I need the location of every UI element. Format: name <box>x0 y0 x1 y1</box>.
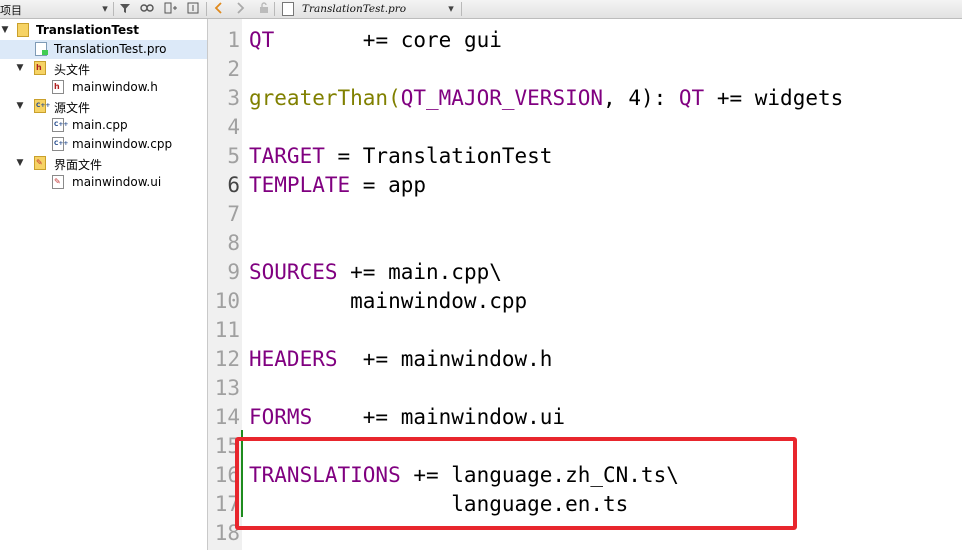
current-line-number: 6 <box>227 173 240 197</box>
toolbar-separator <box>206 2 207 16</box>
line-number: 2 <box>227 57 240 81</box>
tree-item-label: mainwindow.ui <box>72 175 162 189</box>
cpp-file-icon: C++ <box>52 137 68 151</box>
link-with-editor-icon[interactable] <box>140 2 154 16</box>
line-number: 13 <box>214 376 240 400</box>
code-line-3[interactable]: greaterThan(QT_MAJOR_VERSION, 4): QT += … <box>249 84 843 113</box>
header-folder-icon: h <box>34 61 46 75</box>
code-text: = app <box>350 173 427 197</box>
tree-item-label: TranslationTest.pro <box>54 42 167 56</box>
back-arrow-icon[interactable] <box>212 2 226 16</box>
code-text: mainwindow.cpp <box>249 289 528 313</box>
document-icon <box>282 2 294 16</box>
close-panel-icon[interactable] <box>186 2 200 16</box>
code-line-9[interactable]: SOURCES += main.cpp\ <box>249 258 502 287</box>
chevron-down-icon[interactable]: ▼ <box>0 24 10 36</box>
file-dropdown-icon[interactable]: ▾ <box>444 2 458 16</box>
code-text: += mainwindow.ui <box>312 405 566 429</box>
code-text: += main.cpp\ <box>337 260 502 284</box>
source-folder-icon: C++ <box>34 99 50 113</box>
tree-item-label: 源文件 <box>54 101 91 115</box>
line-number: 4 <box>227 115 240 139</box>
keyword: QT <box>249 28 275 52</box>
tree-item-label: mainwindow.h <box>72 80 158 94</box>
lock-icon <box>257 2 271 16</box>
project-folder-icon <box>17 23 29 37</box>
tree-item-label: 界面文件 <box>54 158 103 172</box>
top-toolbar: 项目 ▾ TranslationTest.pro ▾ <box>0 0 962 19</box>
pro-file-icon <box>35 42 48 56</box>
tree-item-mainwindow-ui[interactable]: ✎ mainwindow.ui <box>0 173 207 192</box>
header-file-icon: h <box>52 80 64 94</box>
code-text: += core gui <box>274 28 502 52</box>
tree-root-project[interactable]: ▼ TranslationTest <box>0 21 207 40</box>
line-number: 14 <box>214 405 240 429</box>
tree-item-label: mainwindow.cpp <box>72 137 173 151</box>
keyword: QT <box>678 86 705 110</box>
line-number: 9 <box>227 260 240 284</box>
keyword: TARGET <box>249 144 325 168</box>
tree-root-label: TranslationTest <box>36 23 140 37</box>
code-line-1[interactable]: QT += core gui <box>249 26 502 55</box>
code-line-12[interactable]: HEADERS += mainwindow.h <box>249 345 552 374</box>
keyword: SOURCES <box>249 260 338 284</box>
code-line-14[interactable]: FORMS += mainwindow.ui <box>249 403 565 432</box>
keyword: HEADERS <box>249 347 338 371</box>
code-text: += mainwindow.h <box>337 347 553 371</box>
tree-item-label: main.cpp <box>72 118 128 132</box>
highlight-annotation-box <box>235 437 797 530</box>
line-number: 5 <box>227 144 240 168</box>
toolbar-separator <box>113 2 114 16</box>
paren: ( <box>388 86 401 110</box>
cpp-file-icon: C++ <box>52 118 68 132</box>
code-line-10[interactable]: mainwindow.cpp <box>249 287 527 316</box>
line-number: 3 <box>227 86 240 110</box>
code-text: += widgets <box>704 86 844 110</box>
toolbar-separator <box>461 2 462 16</box>
keyword: FORMS <box>249 405 313 429</box>
panel-title: 项目 <box>0 4 22 17</box>
line-number: 12 <box>214 347 240 371</box>
file-tab-label: TranslationTest.pro <box>302 3 407 15</box>
function-name: greaterThan <box>249 86 389 110</box>
ui-file-icon: ✎ <box>52 175 64 189</box>
code-editor[interactable]: 1 2 3 4 5 6 7 8 9 10 11 12 13 14 15 16 1… <box>208 19 962 550</box>
line-number: 10 <box>214 289 240 313</box>
code-line-6[interactable]: TEMPLATE = app <box>249 171 426 200</box>
keyword: QT_MAJOR_VERSION <box>400 86 604 110</box>
tree-item-sources-folder[interactable]: ▼ C++ 源文件 <box>0 97 207 116</box>
tree-item-forms-folder[interactable]: ▼ ✎ 界面文件 <box>0 154 207 173</box>
panel-dropdown-icon[interactable]: ▾ <box>98 2 112 16</box>
toolbar-separator <box>274 2 275 16</box>
tree-item-main-cpp[interactable]: C++ main.cpp <box>0 116 207 135</box>
file-tab[interactable]: TranslationTest.pro ▾ <box>278 0 460 18</box>
split-icon[interactable] <box>164 2 178 16</box>
line-number: 8 <box>227 231 240 255</box>
code-line-5[interactable]: TARGET = TranslationTest <box>249 142 552 171</box>
line-number: 11 <box>214 318 240 342</box>
filter-icon[interactable] <box>118 2 132 16</box>
project-tree: ▼ TranslationTest TranslationTest.pro ▼ … <box>0 19 208 550</box>
tree-item-label: 头文件 <box>54 63 91 77</box>
code-text: , 4): <box>603 86 679 110</box>
forms-folder-icon: ✎ <box>34 156 46 170</box>
keyword: TEMPLATE <box>249 173 351 197</box>
chevron-down-icon[interactable]: ▼ <box>15 157 25 169</box>
line-number: 1 <box>227 28 240 52</box>
tree-item-mainwindow-h[interactable]: h mainwindow.h <box>0 78 207 97</box>
chevron-down-icon[interactable]: ▼ <box>15 100 25 112</box>
tree-item-mainwindow-cpp[interactable]: C++ mainwindow.cpp <box>0 135 207 154</box>
code-text: = TranslationTest <box>324 144 553 168</box>
forward-arrow-icon[interactable] <box>233 2 247 16</box>
chevron-down-icon[interactable]: ▼ <box>15 62 25 74</box>
tree-item-headers-folder[interactable]: ▼ h 头文件 <box>0 59 207 78</box>
tree-item-pro-file[interactable]: TranslationTest.pro <box>0 40 207 59</box>
line-number: 7 <box>227 202 240 226</box>
